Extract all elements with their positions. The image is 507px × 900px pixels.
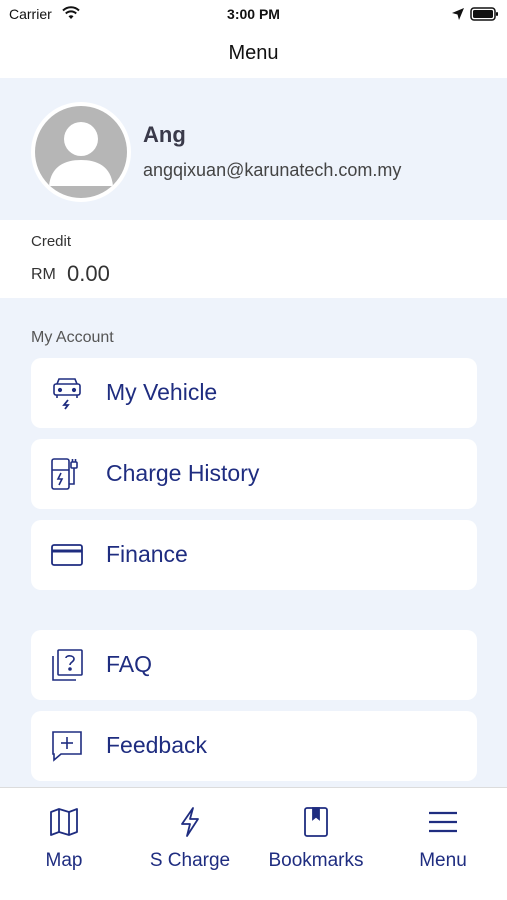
lightning-icon: [174, 806, 206, 838]
tab-bar: Map S Charge Bookmarks Menu: [0, 787, 507, 900]
bookmark-icon: [300, 806, 332, 838]
hamburger-menu-icon: [427, 806, 459, 838]
menu-item-finance[interactable]: Finance: [31, 520, 477, 590]
credit-panel: Credit RM 0.00: [0, 220, 507, 298]
tab-map[interactable]: Map: [1, 788, 127, 888]
menu-item-faq[interactable]: FAQ: [31, 630, 477, 700]
charger-icon: [49, 456, 85, 492]
tab-s-charge[interactable]: S Charge: [127, 788, 253, 888]
credit-amount: 0.00: [67, 261, 110, 286]
section-title-my-account: My Account: [31, 329, 114, 346]
feedback-icon: [49, 728, 85, 764]
user-email: angqixuan@karunatech.com.my: [143, 160, 402, 180]
tab-label: Menu: [419, 850, 467, 871]
menu-item-charge-history[interactable]: Charge History: [31, 439, 477, 509]
user-avatar-icon: [35, 106, 127, 198]
profile-header[interactable]: Ang angqixuan@karunatech.com.my: [0, 78, 507, 220]
credit-card-icon: [49, 537, 85, 573]
menu-item-label: Charge History: [106, 460, 260, 486]
faq-icon: [49, 647, 85, 683]
battery-icon: [470, 6, 500, 27]
map-icon: [48, 806, 80, 838]
menu-item-label: FAQ: [106, 651, 153, 677]
menu-item-feedback[interactable]: Feedback: [31, 711, 477, 781]
navigation-bar: Menu: [0, 30, 507, 78]
vehicle-icon: [49, 375, 85, 411]
menu-item-label: My Vehicle: [106, 379, 218, 405]
credit-label: Credit: [31, 233, 72, 250]
menu-item-label: Finance: [106, 541, 188, 567]
tab-bookmarks[interactable]: Bookmarks: [253, 788, 379, 888]
menu-item-label: Feedback: [106, 732, 208, 758]
avatar[interactable]: [31, 102, 131, 202]
tab-label: Map: [45, 850, 83, 871]
tab-menu[interactable]: Menu: [380, 788, 506, 888]
credit-currency: RM: [31, 266, 56, 283]
user-name: Ang: [143, 122, 186, 147]
page-title: Menu: [228, 42, 279, 64]
clock: 3:00 PM: [227, 6, 280, 22]
status-bar: Carrier 3:00 PM: [0, 0, 507, 30]
tab-label: S Charge: [149, 850, 231, 871]
tab-label: Bookmarks: [268, 850, 364, 871]
menu-item-my-vehicle[interactable]: My Vehicle: [31, 358, 477, 428]
location-arrow-icon: [451, 7, 465, 26]
